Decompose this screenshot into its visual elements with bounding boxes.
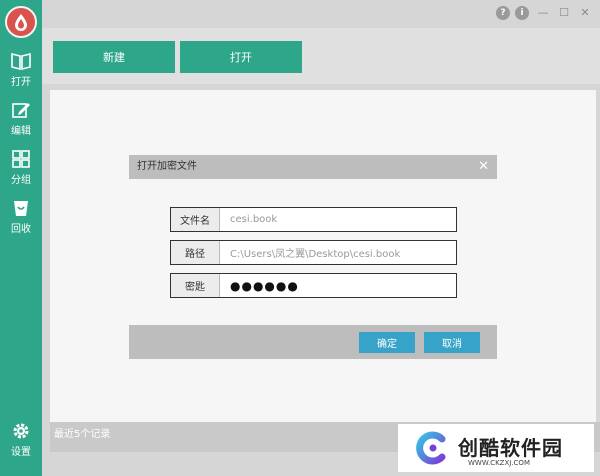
sidebar-item-edit[interactable]: 编辑 [0,101,42,137]
maximize-button[interactable]: ☐ [557,6,571,20]
sidebar-item-label: 回收 [11,224,31,235]
trash-icon [14,201,28,216]
close-icon[interactable]: ✕ [478,155,489,179]
toolbar: 新建 打开 [42,28,600,84]
path-input[interactable]: C:\Users\凤之翼\Desktop\cesi.book [220,241,456,264]
sidebar-item-label: 编辑 [11,126,31,137]
confirm-button[interactable]: 确定 [359,332,415,353]
dialog-title: 打开加密文件 [137,161,197,172]
close-button[interactable]: ✕ [578,6,592,20]
filename-field[interactable]: 文件名 cesi.book [170,207,457,232]
cancel-button[interactable]: 取消 [424,332,480,353]
watermark-logo-icon [416,431,446,465]
sidebar: 打开 编辑 分组 回收 设置 [0,0,42,476]
password-input[interactable]: ●●●●●● [220,274,456,297]
sidebar-item-label: 分组 [11,175,31,186]
edit-icon [12,103,30,118]
dialog-footer: 确定 取消 [129,325,497,359]
password-field[interactable]: 密匙 ●●●●●● [170,273,457,298]
path-field[interactable]: 路径 C:\Users\凤之翼\Desktop\cesi.book [170,240,457,265]
watermark-url: WWW.CKZXJ.COM [468,459,530,467]
path-label: 路径 [171,241,220,264]
app-logo-icon [5,6,37,38]
minimize-button[interactable]: — [536,6,550,20]
book-icon [11,52,31,70]
watermark-title: 创酷软件园 [458,436,563,460]
recent-records-text[interactable]: 最近5个记录 [54,429,110,440]
open-button[interactable]: 打开 [180,41,302,73]
watermark: 创酷软件园 WWW.CKZXJ.COM [398,424,594,472]
sidebar-item-recycle[interactable]: 回收 [0,199,42,235]
dialog-title-bar: 打开加密文件 ✕ [129,155,497,179]
gear-icon [13,423,29,439]
new-button[interactable]: 新建 [53,41,175,73]
sidebar-item-label: 设置 [11,447,31,458]
help-icon[interactable]: ? [496,6,510,20]
info-icon[interactable]: i [515,6,529,20]
sidebar-item-group[interactable]: 分组 [0,150,42,186]
sidebar-item-label: 打开 [11,77,31,88]
sidebar-item-settings[interactable]: 设置 [0,422,42,458]
grid-icon [12,150,30,168]
sidebar-item-open[interactable]: 打开 [0,52,42,88]
filename-label: 文件名 [171,208,220,231]
filename-input[interactable]: cesi.book [220,208,456,231]
password-label: 密匙 [171,274,220,297]
